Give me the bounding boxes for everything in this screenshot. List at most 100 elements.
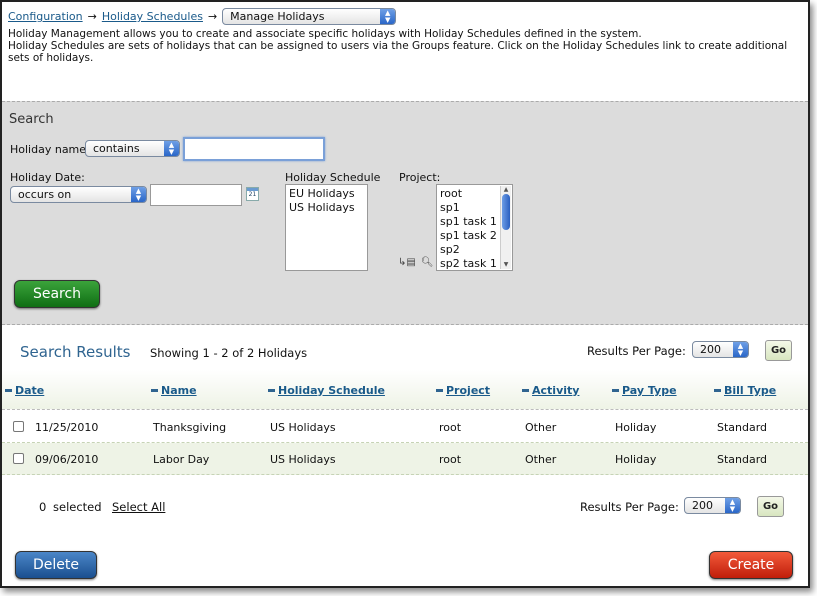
project-tools: ↳▤ 🔍︎ — [398, 257, 434, 268]
cell-date: 09/06/2010 — [35, 453, 99, 466]
column-header-name[interactable]: Name — [151, 384, 197, 397]
breadcrumb-arrow: → — [207, 10, 218, 23]
list-item[interactable]: US Holidays — [289, 201, 364, 215]
cell-name: Thanksgiving — [153, 421, 227, 434]
holiday-name-operator-select[interactable]: contains ▲ ▼ — [85, 140, 180, 157]
cell-name: Labor Day — [153, 453, 210, 466]
holiday-schedule-label: Holiday Schedule — [285, 171, 381, 184]
project-listbox[interactable]: root sp1 sp1 task 1 sp1 task 2 sp2 sp2 t… — [436, 184, 513, 271]
collapse-icon[interactable] — [151, 389, 158, 392]
sort-link[interactable]: Project — [446, 384, 490, 397]
search-panel: Search — [2, 101, 808, 325]
collapse-icon[interactable] — [268, 389, 275, 392]
cell-bill-type: Standard — [717, 453, 768, 466]
column-header-activity[interactable]: Activity — [522, 384, 579, 397]
results-per-page-value-bottom: 200 — [692, 499, 713, 512]
selected-label: selected — [53, 500, 102, 514]
holiday-name-input[interactable] — [183, 137, 325, 161]
results-per-page-label: Results Per Page: — [587, 344, 686, 358]
scroll-up-icon[interactable]: ▲ — [501, 186, 511, 194]
column-header-pay-type[interactable]: Pay Type — [612, 384, 677, 397]
sort-link[interactable]: Pay Type — [622, 384, 677, 397]
cell-project: root — [439, 421, 462, 434]
magnifier-icon[interactable]: 🔍︎ — [421, 257, 434, 268]
column-header-bill-type[interactable]: Bill Type — [714, 384, 776, 397]
cell-pay-type: Holiday — [615, 421, 657, 434]
chevron-up-down-icon: ▲ ▼ — [131, 187, 146, 202]
window-frame: Configuration → Holiday Schedules → Mana… — [0, 0, 810, 588]
list-item[interactable]: sp1 task 1 — [440, 215, 498, 229]
column-header-project[interactable]: Project — [436, 384, 490, 397]
page-select-value: Manage Holidays — [230, 10, 325, 23]
description-line-2: Holiday Schedules are sets of holidays t… — [8, 40, 788, 64]
results-count: Showing 1 - 2 of 2 Holidays — [150, 346, 308, 360]
list-item[interactable]: sp1 — [440, 201, 498, 215]
cell-pay-type: Holiday — [615, 453, 657, 466]
chevron-up-down-icon: ▲ ▼ — [164, 141, 179, 156]
breadcrumb-configuration-link[interactable]: Configuration — [8, 10, 83, 23]
table-row: 11/25/2010 Thanksgiving US Holidays root… — [2, 411, 808, 443]
results-per-page-select[interactable]: 200 ▲ ▼ — [692, 341, 749, 358]
sort-link[interactable]: Name — [161, 384, 197, 397]
chevron-up-down-icon: ▲ ▼ — [733, 342, 748, 357]
page-description: Holiday Management allows you to create … — [8, 28, 808, 64]
go-button[interactable]: Go — [765, 340, 792, 361]
collapse-icon[interactable] — [714, 389, 721, 392]
holiday-date-label: Holiday Date: — [10, 171, 85, 184]
cell-schedule: US Holidays — [270, 421, 336, 434]
list-item[interactable]: sp2 — [440, 243, 498, 257]
row-checkbox[interactable] — [13, 453, 24, 464]
project-scrollbar[interactable]: ▲ ▼ — [500, 186, 511, 269]
collapse-icon[interactable] — [522, 389, 529, 392]
holiday-date-operator-select[interactable]: occurs on ▲ ▼ — [10, 186, 147, 203]
results-per-page-label-bottom: Results Per Page: — [580, 500, 679, 514]
cell-activity: Other — [525, 453, 557, 466]
create-button[interactable]: Create — [709, 551, 793, 579]
holiday-name-label: Holiday name — [10, 143, 87, 156]
sort-link[interactable]: Bill Type — [724, 384, 776, 397]
list-item[interactable]: sp2 task 1 — [440, 257, 498, 271]
expand-hierarchy-icon[interactable]: ↳▤ — [398, 257, 416, 268]
holiday-date-input[interactable] — [150, 184, 242, 206]
collapse-icon[interactable] — [5, 389, 12, 392]
delete-button[interactable]: Delete — [15, 551, 97, 579]
cell-bill-type: Standard — [717, 421, 768, 434]
column-header-holiday-schedule[interactable]: Holiday Schedule — [268, 384, 385, 397]
go-button-bottom[interactable]: Go — [757, 496, 784, 517]
breadcrumb-arrow: → — [87, 10, 97, 23]
table-header — [2, 370, 808, 410]
holiday-schedule-listbox[interactable]: EU Holidays US Holidays — [285, 184, 368, 271]
column-header-date[interactable]: Date — [5, 384, 44, 397]
list-item[interactable]: EU Holidays — [289, 187, 364, 201]
table-row: 09/06/2010 Labor Day US Holidays root Ot… — [2, 443, 808, 475]
cell-activity: Other — [525, 421, 557, 434]
chevron-up-down-icon: ▲ ▼ — [725, 498, 740, 513]
holiday-date-operator-value: occurs on — [18, 188, 72, 201]
scroll-thumb[interactable] — [502, 194, 510, 230]
sort-link[interactable]: Date — [15, 384, 44, 397]
cell-date: 11/25/2010 — [35, 421, 99, 434]
scroll-down-icon[interactable]: ▼ — [501, 261, 511, 269]
project-label: Project: — [399, 171, 441, 184]
breadcrumb: Configuration → Holiday Schedules → Mana… — [8, 8, 397, 25]
page-select[interactable]: Manage Holidays ▲ ▼ — [222, 8, 397, 25]
description-line-1: Holiday Management allows you to create … — [8, 28, 642, 40]
sort-link[interactable]: Holiday Schedule — [278, 384, 385, 397]
results-per-page-value: 200 — [700, 343, 721, 356]
collapse-icon[interactable] — [612, 389, 619, 392]
search-results-title: Search Results — [20, 343, 131, 361]
collapse-icon[interactable] — [436, 389, 443, 392]
cell-project: root — [439, 453, 462, 466]
cell-schedule: US Holidays — [270, 453, 336, 466]
list-item[interactable]: sp1 task 2 — [440, 229, 498, 243]
list-item[interactable]: root — [440, 187, 498, 201]
row-checkbox[interactable] — [13, 421, 24, 432]
results-per-page-select-bottom[interactable]: 200 ▲ ▼ — [684, 497, 741, 514]
chevron-up-down-icon: ▲ ▼ — [380, 9, 396, 24]
holiday-name-operator-value: contains — [93, 142, 140, 155]
select-all-link[interactable]: Select All — [112, 500, 165, 514]
search-button[interactable]: Search — [14, 280, 100, 308]
calendar-icon[interactable]: 21 — [246, 187, 259, 201]
sort-link[interactable]: Activity — [532, 384, 579, 397]
breadcrumb-holiday-schedules-link[interactable]: Holiday Schedules — [102, 10, 203, 23]
